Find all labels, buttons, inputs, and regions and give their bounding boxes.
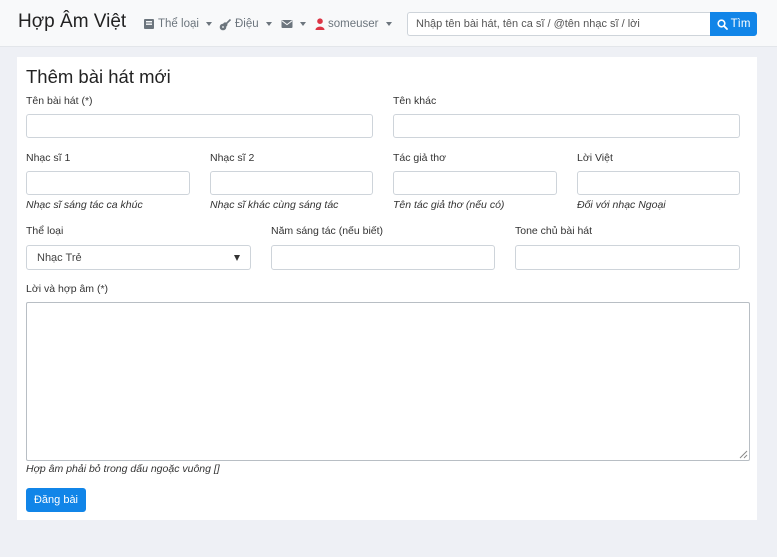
submit-button[interactable]: Đăng bài (26, 488, 86, 512)
nav-messages-dropdown[interactable] (281, 16, 306, 32)
poet-field[interactable] (393, 171, 557, 195)
song-name-label: Tên bài hát (*) (26, 95, 93, 107)
viet-lyrics-label: Lời Việt (577, 152, 613, 164)
year-field[interactable] (271, 245, 495, 270)
genre-select[interactable]: Nhạc Trẻ (26, 245, 251, 270)
tone-label: Tone chủ bài hát (515, 225, 593, 237)
chevron-down-icon (385, 22, 392, 26)
poet-label: Tác giả thơ (393, 152, 446, 164)
nav-rhythm-label: Điệu (235, 18, 259, 30)
site-brand[interactable]: Hợp Âm Việt (18, 11, 126, 33)
nav-genres-label: Thể loại (158, 18, 199, 30)
search-button[interactable]: Tìm (710, 12, 757, 36)
other-name-label: Tên khác (393, 95, 437, 107)
search-button-label: Tìm (730, 18, 751, 30)
guitar-icon (219, 18, 232, 30)
lyrics-hint: Hợp âm phải bỏ trong dấu ngoặc vuông [] (26, 463, 220, 475)
top-navbar: Hợp Âm Việt Thể loại Điệu someuser Nhập … (0, 0, 777, 47)
composer2-label: Nhạc sĩ 2 (210, 152, 255, 164)
song-name-field[interactable] (26, 114, 373, 138)
viet-lyrics-hint: Đối với nhạc Ngoại (577, 199, 666, 211)
chevron-down-icon (205, 22, 212, 26)
envelope-icon (281, 20, 293, 28)
search-icon (716, 18, 728, 30)
page-title: Thêm bài hát mới (26, 66, 171, 87)
book-icon (144, 19, 154, 29)
dropdown-arrow-icon (234, 254, 240, 261)
composer2-field[interactable] (210, 171, 373, 195)
lyrics-label: Lời và hợp âm (*) (26, 283, 109, 295)
nav-genres-dropdown[interactable]: Thể loại (143, 16, 212, 32)
genre-label: Thể loại (26, 225, 64, 237)
other-name-field[interactable] (393, 114, 740, 138)
nav-user-dropdown[interactable]: someuser (315, 16, 392, 32)
resize-grip-icon[interactable] (738, 449, 748, 459)
lyrics-textarea[interactable] (26, 302, 750, 461)
user-icon (315, 18, 325, 30)
composer-label: Nhạc sĩ 1 (26, 152, 71, 164)
viet-lyrics-field[interactable] (577, 171, 740, 195)
genre-selected-value: Nhạc Trẻ (37, 251, 82, 264)
tone-field[interactable] (515, 245, 740, 270)
poet-hint: Tên tác giả thơ (nếu có) (393, 199, 505, 211)
composer2-hint: Nhạc sĩ khác cùng sáng tác (210, 199, 339, 211)
year-label: Năm sáng tác (nếu biết) (271, 225, 384, 237)
chevron-down-icon (300, 22, 306, 26)
nav-rhythm-dropdown[interactable]: Điệu (219, 16, 272, 32)
composer-field[interactable] (26, 171, 190, 195)
search-input[interactable] (407, 12, 711, 36)
composer-hint: Nhạc sĩ sáng tác ca khúc (26, 199, 143, 211)
chevron-down-icon (265, 22, 272, 26)
nav-user-label: someuser (328, 18, 379, 30)
